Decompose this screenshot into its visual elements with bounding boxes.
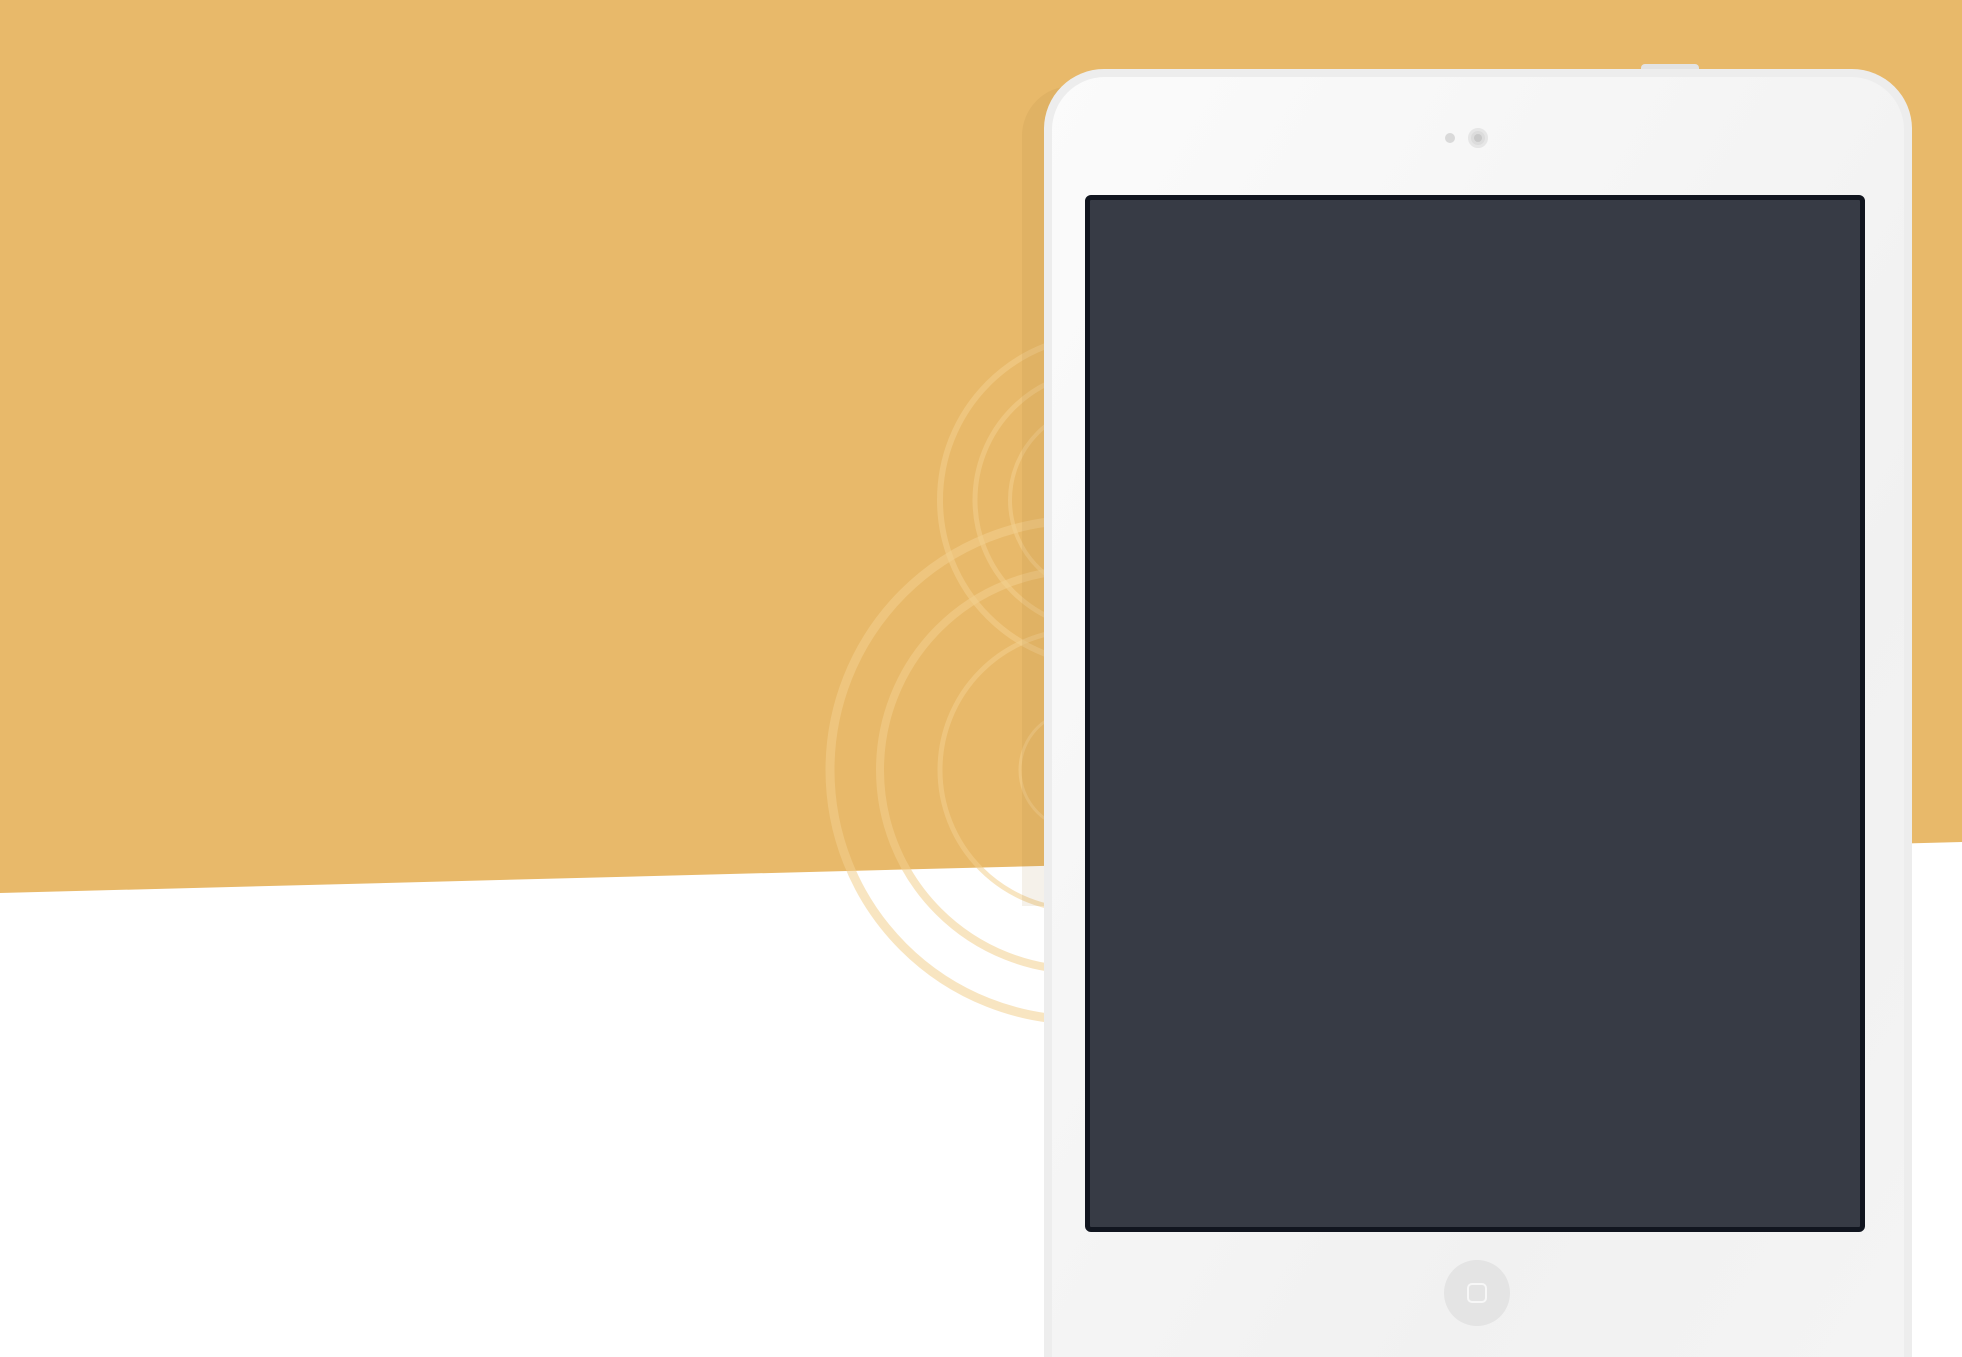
- tablet-screen: [1085, 195, 1865, 1232]
- sensor-dot: [1445, 133, 1455, 143]
- camera-icon: [1468, 128, 1488, 148]
- home-button[interactable]: [1444, 1260, 1510, 1326]
- tablet-device: [1044, 69, 1912, 1357]
- tablet-bezel: [1052, 77, 1904, 1357]
- page: [0, 0, 1962, 1357]
- home-button-icon: [1467, 1283, 1487, 1303]
